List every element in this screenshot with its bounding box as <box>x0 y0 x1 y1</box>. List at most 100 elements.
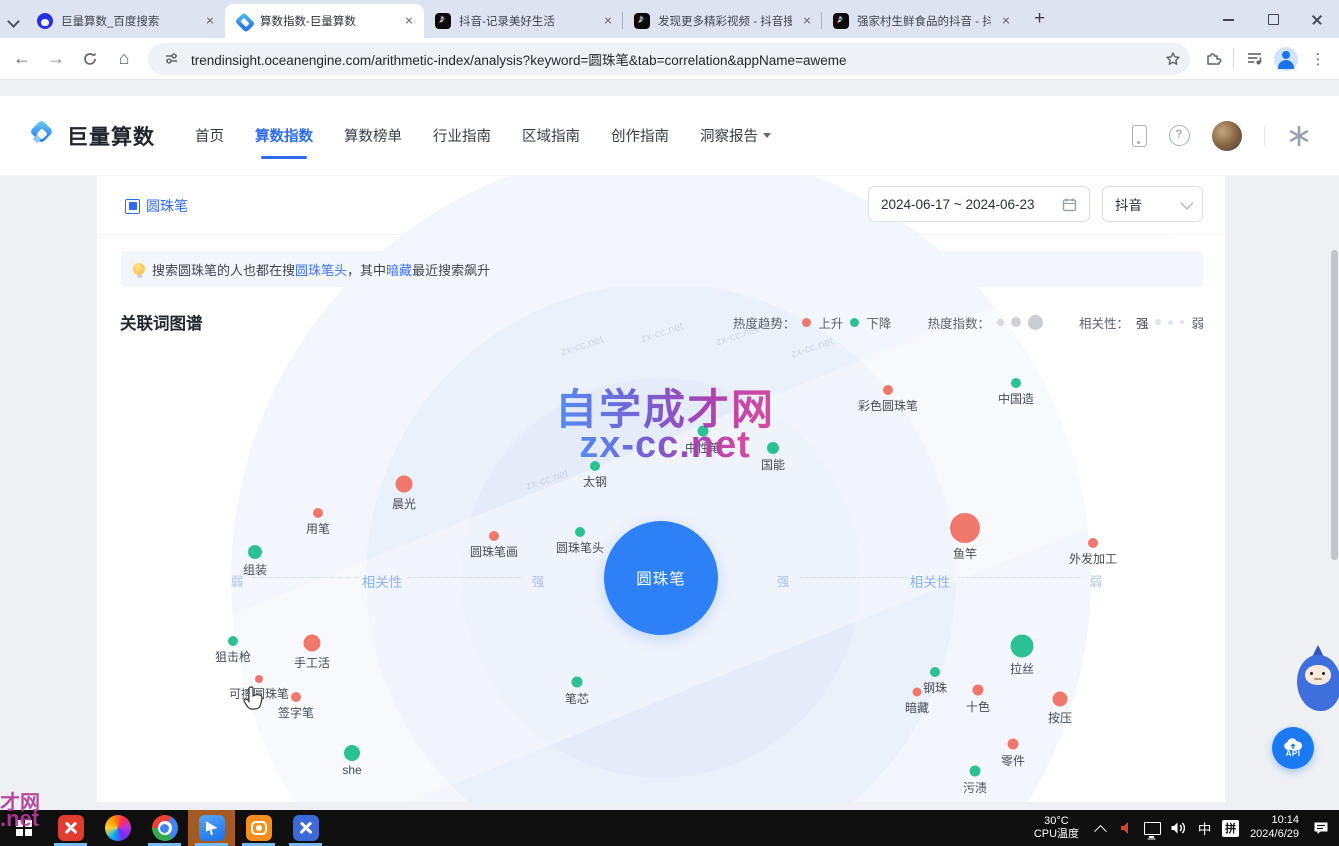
orange-camera-app-icon[interactable] <box>235 810 282 846</box>
site-info-icon[interactable] <box>160 48 182 70</box>
tab-close-icon[interactable] <box>601 14 615 28</box>
browser-tab-0[interactable]: 巨量算数_百度搜索 <box>26 4 225 38</box>
section-title: 关联词图谱 <box>120 310 203 334</box>
tab-close-icon[interactable] <box>999 14 1013 28</box>
nav-item-3[interactable]: 行业指南 <box>433 96 491 175</box>
clock[interactable]: 10:14 2024/6/29 <box>1250 814 1299 842</box>
nav-item-1[interactable]: 算数指数 <box>255 96 313 175</box>
reload-icon <box>82 51 98 67</box>
browser-tab-3[interactable]: 发现更多精彩视频 - 抖音搜索 <box>623 4 822 38</box>
mobile-app-icon[interactable] <box>1132 125 1147 147</box>
home-button[interactable]: ⌂ <box>108 43 140 75</box>
pinyin-ime-icon[interactable]: 拼 <box>1218 810 1243 846</box>
muted-speaker-icon[interactable] <box>1114 810 1139 846</box>
header-divider <box>1264 125 1265 147</box>
taskbar: 30°C CPU温度 中 拼 10:14 2024/6/29 <box>0 810 1339 846</box>
nav-item-2[interactable]: 算数榜单 <box>344 96 402 175</box>
blue-x-app-icon[interactable] <box>282 810 329 846</box>
heat-size-icon <box>1011 317 1021 327</box>
site-logo[interactable]: 巨量算数 <box>28 121 155 151</box>
help-icon[interactable] <box>1169 125 1190 146</box>
system-tray: 30°C CPU温度 中 拼 10:14 2024/6/29 <box>1034 810 1339 846</box>
keyword-tag-icon <box>125 199 140 214</box>
browser-menu-icon[interactable]: ⋮ <box>1303 44 1333 74</box>
corner-watermark: .net <box>0 806 39 832</box>
tab-close-icon[interactable] <box>800 14 814 28</box>
platform-select-value: 抖音 <box>1115 194 1181 214</box>
user-avatar[interactable] <box>1212 121 1242 151</box>
extensions-icon[interactable] <box>1198 44 1228 74</box>
browser-tab-1[interactable]: 算数指数-巨量算数 <box>225 4 424 38</box>
watermark-text: zx-cc.net <box>789 335 835 360</box>
tab-search-chevron-icon[interactable] <box>0 4 26 38</box>
section-row: 关联词图谱 热度趋势： 上升 下降 热度指数： 相关性： 强 <box>120 308 1204 336</box>
date-range-input[interactable]: 2024-06-17 ~ 2024-06-23 <box>868 186 1090 222</box>
legend-trend-label: 热度趋势： <box>733 313 796 332</box>
nav-item-5[interactable]: 创作指南 <box>611 96 669 175</box>
close-window-button[interactable] <box>1295 0 1339 38</box>
nav-item-0[interactable]: 首页 <box>195 96 224 175</box>
nav-item-label: 创作指南 <box>611 125 669 146</box>
tray-expand-icon[interactable] <box>1088 810 1113 846</box>
header-right <box>1132 121 1311 151</box>
new-tab-button[interactable] <box>1027 7 1055 35</box>
tip-link-b[interactable]: 暗藏 <box>386 263 412 278</box>
network-display-icon[interactable] <box>1140 810 1165 846</box>
calendar-icon <box>1062 197 1077 212</box>
url-text[interactable]: trendinsight.oceanengine.com/arithmetic-… <box>191 49 1153 69</box>
notification-center-icon[interactable] <box>1308 810 1333 846</box>
mouse-hand-cursor <box>243 686 265 715</box>
bookmark-star-icon[interactable] <box>1162 48 1184 70</box>
keyword-tag[interactable]: 圆珠笔 <box>125 196 188 216</box>
falling-dot-icon <box>850 318 859 327</box>
back-button[interactable]: ← <box>6 43 38 75</box>
window-controls <box>1207 0 1339 38</box>
legend-weak-label: 弱 <box>1191 313 1204 332</box>
ime-language-indicator[interactable]: 中 <box>1192 810 1217 846</box>
nav-item-4[interactable]: 区域指南 <box>522 96 580 175</box>
firefox-browser-icon[interactable] <box>94 810 141 846</box>
forward-button[interactable]: → <box>40 43 72 75</box>
media-playlist-icon[interactable] <box>1239 44 1269 74</box>
legend-heat-label: 热度指数： <box>927 313 990 332</box>
juliang-logo-icon <box>28 121 58 151</box>
tab-close-icon[interactable] <box>203 14 217 28</box>
maximize-button[interactable] <box>1251 0 1295 38</box>
legend-up-label: 上升 <box>818 313 843 332</box>
tab-close-icon[interactable] <box>402 14 416 28</box>
browser-tab-2[interactable]: 抖音-记录美好生活 <box>424 4 623 38</box>
mascot-character[interactable] <box>1289 643 1339 717</box>
scrollbar-thumb[interactable] <box>1331 250 1338 560</box>
address-bar[interactable]: trendinsight.oceanengine.com/arithmetic-… <box>148 43 1190 75</box>
nav-item-label: 洞察报告 <box>700 125 758 146</box>
relevance-dot-icon <box>1168 320 1173 325</box>
minimize-button[interactable] <box>1207 0 1251 38</box>
browser-profile-avatar[interactable] <box>1271 44 1301 74</box>
cpu-temperature[interactable]: 30°C CPU温度 <box>1034 815 1079 841</box>
watermark-text: zx-cc.net <box>559 333 605 358</box>
reload-button[interactable] <box>74 43 106 75</box>
site-nav: 首页 算数指数 算数榜单 行业指南 区域指南 创作指南 洞察报告 <box>195 96 771 175</box>
legend-relevance-label: 相关性： <box>1079 313 1129 332</box>
red-cad-app-icon[interactable] <box>47 810 94 846</box>
chrome-browser-icon[interactable] <box>141 810 188 846</box>
nav-item-label: 算数榜单 <box>344 125 402 146</box>
tab-title: 抖音-记录美好生活 <box>459 13 593 29</box>
douyin-favicon-icon <box>833 13 849 29</box>
rising-dot-icon <box>802 318 811 327</box>
volume-icon[interactable] <box>1166 810 1191 846</box>
api-button[interactable]: API <box>1272 727 1314 769</box>
chevron-down-icon <box>763 133 771 138</box>
browser-tab-4[interactable]: 强家村生鲜食品的抖音 - 抖音 <box>822 4 1021 38</box>
douyin-favicon-icon <box>435 13 451 29</box>
nav-item-6[interactable]: 洞察报告 <box>700 96 771 175</box>
douyin-favicon-icon <box>634 13 650 29</box>
nav-item-label: 算数指数 <box>255 125 313 146</box>
platform-select[interactable]: 抖音 <box>1102 186 1203 222</box>
taskbar-apps <box>0 810 329 846</box>
nav-item-label: 区域指南 <box>522 125 580 146</box>
tip-link-a[interactable]: 圆珠笔头 <box>295 263 347 278</box>
pinwheel-icon[interactable] <box>1287 124 1311 148</box>
tab-title: 巨量算数_百度搜索 <box>61 13 195 29</box>
blue-pointer-app-icon[interactable] <box>188 810 235 846</box>
